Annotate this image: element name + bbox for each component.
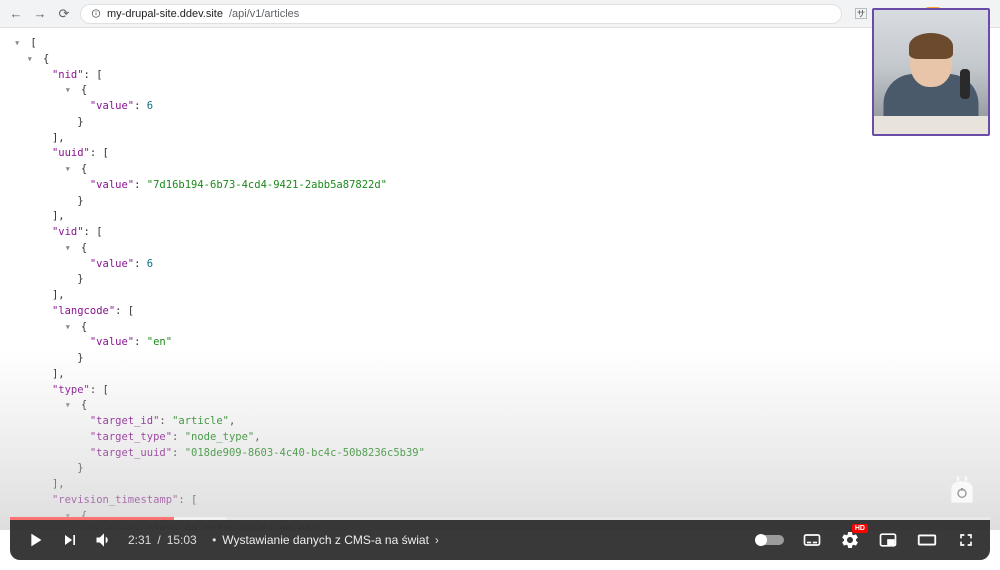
miniplayer-button[interactable] bbox=[878, 530, 898, 550]
presenter-webcam bbox=[872, 8, 990, 136]
channel-logo-icon bbox=[946, 476, 978, 508]
json-vid-value: 6 bbox=[147, 258, 153, 270]
json-nid-value: 6 bbox=[147, 100, 153, 112]
back-button[interactable]: ← bbox=[8, 6, 24, 22]
volume-button[interactable] bbox=[94, 530, 114, 550]
forward-button[interactable]: → bbox=[32, 6, 48, 22]
autoplay-toggle[interactable] bbox=[756, 535, 784, 545]
hd-badge: HD bbox=[852, 524, 868, 533]
address-bar[interactable]: my-drupal-site.ddev.site/api/v1/articles bbox=[80, 4, 842, 24]
current-time: 2:31 bbox=[128, 533, 151, 547]
json-type-target-type: "node_type" bbox=[185, 431, 255, 443]
json-response-viewer[interactable]: ▾ [ ▾ { "nid": [ ▾ { "value": 6 } ], "uu… bbox=[0, 28, 1000, 530]
browser-toolbar: ← → ⟳ my-drupal-site.ddev.site/api/v1/ar… bbox=[0, 0, 1000, 28]
json-type-target-id: "article" bbox=[172, 415, 229, 427]
settings-button[interactable]: HD bbox=[840, 530, 860, 550]
video-player-controls: 2:31 / 15:03 • Wystawianie danych z CMS-… bbox=[10, 520, 990, 560]
fullscreen-button[interactable] bbox=[956, 530, 976, 550]
play-button[interactable] bbox=[24, 529, 46, 551]
url-path: /api/v1/articles bbox=[229, 8, 299, 20]
json-key-revision-timestamp: "revision_timestamp" bbox=[52, 494, 178, 506]
theater-mode-button[interactable] bbox=[916, 529, 938, 551]
url-domain: my-drupal-site.ddev.site bbox=[107, 8, 223, 20]
reload-button[interactable]: ⟳ bbox=[56, 6, 72, 22]
duration: 15:03 bbox=[167, 533, 197, 547]
json-key-vid: "vid" bbox=[52, 226, 84, 238]
time-display: 2:31 / 15:03 • Wystawianie danych z CMS-… bbox=[128, 533, 439, 547]
chevron-right-icon[interactable]: › bbox=[435, 533, 439, 547]
json-key-type: "type" bbox=[52, 384, 90, 396]
captions-button[interactable] bbox=[802, 530, 822, 550]
json-langcode-value: "en" bbox=[147, 336, 172, 348]
progress-bar[interactable] bbox=[10, 517, 990, 520]
next-button[interactable] bbox=[60, 530, 80, 550]
json-uuid-value: "7d16b194-6b73-4cd4-9421-2abb5a87822d" bbox=[147, 179, 387, 191]
json-key-uuid: "uuid" bbox=[52, 147, 90, 159]
json-type-target-uuid: "018de909-8603-4c40-bc4c-50b8236c5b39" bbox=[185, 447, 425, 459]
json-key-nid: "nid" bbox=[52, 69, 84, 81]
site-info-icon[interactable] bbox=[91, 9, 101, 19]
translate-icon[interactable]: 🈂 bbox=[854, 7, 868, 21]
video-chapter-title[interactable]: Wystawianie danych z CMS-a na świat bbox=[222, 533, 429, 547]
json-key-langcode: "langcode" bbox=[52, 305, 115, 317]
